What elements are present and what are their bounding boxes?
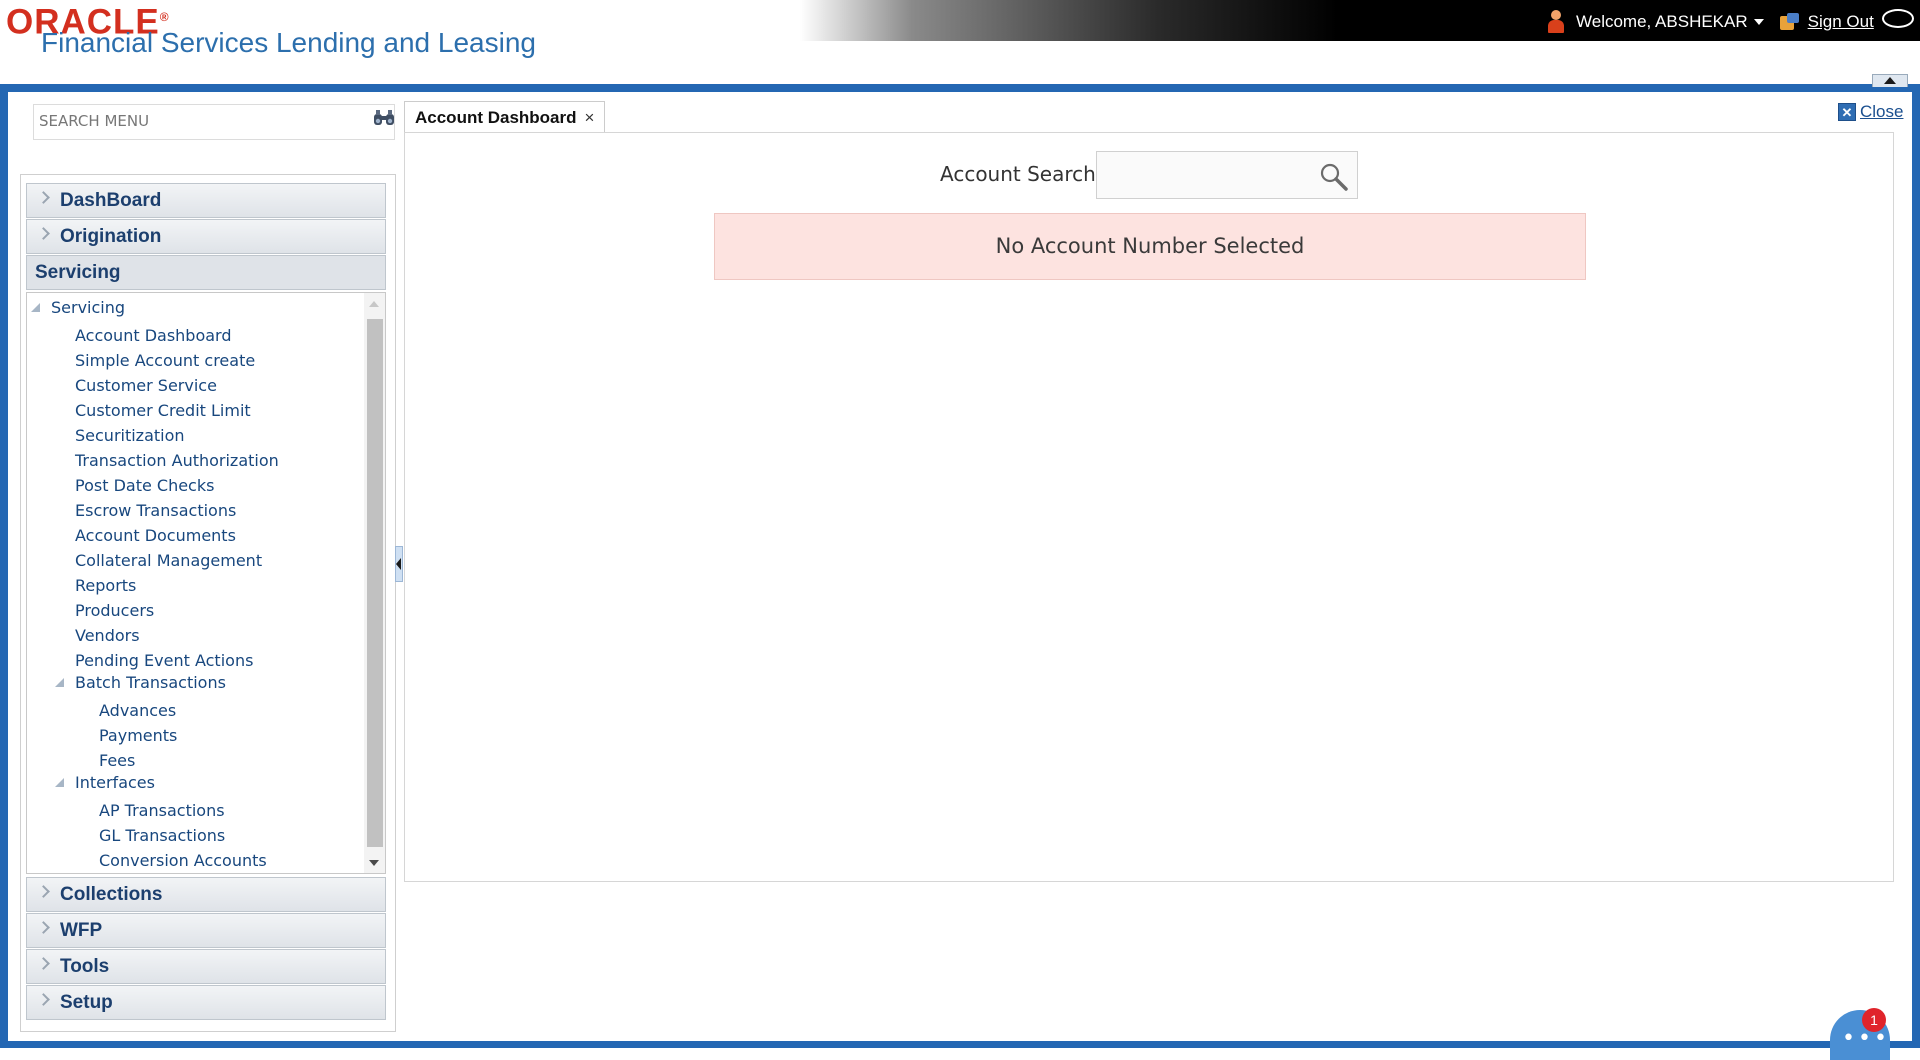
tree-item-payments[interactable]: Payments	[99, 726, 177, 746]
search-icon[interactable]	[1318, 161, 1348, 191]
scroll-down-arrow-icon[interactable]	[369, 860, 379, 866]
tree-item-collateral-management[interactable]: Collateral Management	[75, 551, 262, 571]
binoculars-icon[interactable]	[373, 109, 395, 127]
search-menu-input[interactable]	[34, 105, 339, 137]
tree-item-escrow-transactions[interactable]: Escrow Transactions	[75, 501, 236, 521]
tree-item-ap-transactions[interactable]: AP Transactions	[99, 801, 225, 821]
notification-badge: 1	[1862, 1008, 1886, 1032]
menu-tools[interactable]: Tools	[26, 949, 386, 984]
expand-triangle-icon[interactable]	[31, 303, 40, 312]
tree-item-customer-service[interactable]: Customer Service	[75, 376, 217, 396]
tree-item-servicing[interactable]: Servicing	[51, 298, 125, 318]
tree-item-transaction-authorization[interactable]: Transaction Authorization	[75, 451, 279, 471]
tree-item-account-documents[interactable]: Account Documents	[75, 526, 236, 546]
close-tab-icon[interactable]: ×	[585, 108, 595, 128]
tree-item-conversion-accounts[interactable]: Conversion Accounts	[99, 851, 267, 871]
search-menu-field	[33, 104, 395, 140]
close-button[interactable]: ✕ Close	[1838, 102, 1903, 122]
tree-item-advances[interactable]: Advances	[99, 701, 176, 721]
expand-triangle-icon[interactable]	[55, 778, 64, 787]
sign-out-icon	[1779, 13, 1800, 31]
account-search-label: Account Search	[940, 162, 1096, 186]
tree-item-simple-account-create[interactable]: Simple Account create	[75, 351, 255, 371]
user-area: Welcome, ABSHEKAR Sign Out	[1546, 8, 1874, 36]
user-icon	[1546, 10, 1566, 34]
product-title: Financial Services Lending and Leasing	[41, 27, 536, 58]
chevron-right-icon	[37, 993, 50, 1006]
tree-item-fees[interactable]: Fees	[99, 751, 135, 771]
servicing-tree: Servicing Account Dashboard Simple Accou…	[26, 292, 386, 874]
chevron-right-icon	[37, 227, 50, 240]
menu-dashboard[interactable]: DashBoard	[26, 183, 386, 218]
collapse-panel-handle[interactable]	[395, 546, 403, 582]
expand-triangle-icon[interactable]	[55, 678, 64, 687]
tree-item-pending-event-actions[interactable]: Pending Event Actions	[75, 651, 253, 671]
tree-item-batch-transactions[interactable]: Batch Transactions	[75, 673, 226, 693]
tree-item-customer-credit-limit[interactable]: Customer Credit Limit	[75, 401, 251, 421]
chevron-right-icon	[37, 191, 50, 204]
chat-bubble-icon: •••	[1842, 1026, 1890, 1051]
tree-item-interfaces[interactable]: Interfaces	[75, 773, 155, 793]
scroll-up-arrow-icon[interactable]	[369, 301, 379, 307]
menu-collections[interactable]: Collections	[26, 877, 386, 912]
menu-origination[interactable]: Origination	[26, 219, 386, 254]
tree-item-vendors[interactable]: Vendors	[75, 626, 140, 646]
menu-wfp[interactable]: WFP	[26, 913, 386, 948]
tree-item-securitization[interactable]: Securitization	[75, 426, 185, 446]
tab-account-dashboard[interactable]: Account Dashboard ×	[404, 101, 606, 133]
tree-item-account-dashboard[interactable]: Account Dashboard	[75, 326, 232, 346]
welcome-user-menu[interactable]: Welcome, ABSHEKAR	[1576, 12, 1748, 32]
chevron-right-icon	[37, 921, 50, 934]
app-header: ORACLE® Financial Services Lending and L…	[0, 0, 1920, 84]
menu-setup[interactable]: Setup	[26, 985, 386, 1020]
tree-item-producers[interactable]: Producers	[75, 601, 154, 621]
chevron-right-icon	[37, 885, 50, 898]
oracle-oval-icon	[1882, 9, 1914, 28]
chevron-down-icon[interactable]	[1753, 19, 1764, 25]
tree-scrollbar-thumb[interactable]	[367, 319, 383, 847]
sign-out-link[interactable]: Sign Out	[1808, 12, 1874, 32]
tree-item-reports[interactable]: Reports	[75, 576, 136, 596]
chevron-right-icon	[37, 957, 50, 970]
close-icon: ✕	[1838, 103, 1856, 121]
tree-item-post-date-checks[interactable]: Post Date Checks	[75, 476, 214, 496]
menu-servicing[interactable]: Servicing	[26, 255, 386, 290]
tree-item-gl-transactions[interactable]: GL Transactions	[99, 826, 225, 846]
collapse-header-button[interactable]	[1872, 74, 1908, 87]
account-search-input[interactable]	[1097, 152, 1305, 198]
no-account-alert: No Account Number Selected	[714, 213, 1586, 280]
